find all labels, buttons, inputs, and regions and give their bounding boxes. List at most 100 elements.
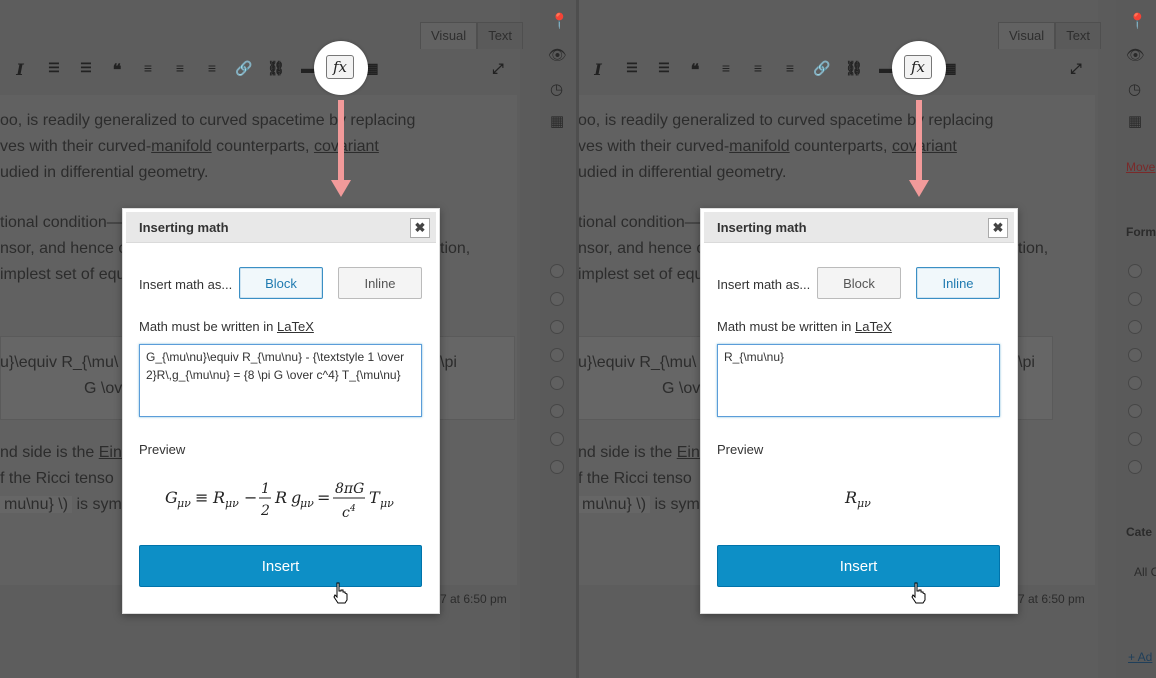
numbered-list-icon[interactable]: ☰: [76, 60, 96, 76]
format-radio[interactable]: [1128, 432, 1142, 446]
link-icon[interactable]: 🔗: [234, 60, 254, 77]
svg-text:μν: μν: [225, 497, 239, 510]
numbered-list-icon[interactable]: ☰: [654, 60, 674, 76]
insert-button[interactable]: Insert: [139, 545, 422, 587]
bg-text-line: udied in differential geometry.: [0, 164, 209, 181]
insert-math-icon[interactable]: fx: [904, 55, 932, 79]
bg-text-line: udied in differential geometry.: [578, 164, 787, 181]
bg-text-line: tional condition—: [0, 214, 123, 231]
editor-toolbar: I ☰ ☰ ❝ ≡ ≡ ≡ 🔗 ⛓ ▬ ▦ ⤢: [0, 55, 520, 83]
bg-text-line: nd side is the Ein: [578, 444, 700, 461]
svg-text:2: 2: [260, 503, 270, 519]
eye-icon: 👁: [548, 47, 568, 64]
format-radio[interactable]: [550, 460, 564, 474]
add-category-link[interactable]: + Ad: [1128, 650, 1152, 664]
format-radio[interactable]: [1128, 292, 1142, 306]
inline-button[interactable]: Inline: [916, 267, 1000, 299]
math-preview-render: G μν ≡ R μν − 1 2 R g μν = 8πG c 4 T μν: [165, 481, 394, 521]
bg-text-line: tion,: [1018, 240, 1049, 257]
latex-input[interactable]: G_{\mu\nu}\equiv R_{\mu\nu} - {\textstyl…: [139, 344, 422, 417]
preview-label: Preview: [139, 442, 186, 457]
unlink-icon[interactable]: ⛓: [844, 60, 864, 77]
blockquote-icon[interactable]: ❝: [107, 60, 127, 80]
align-right-icon[interactable]: ≡: [202, 60, 222, 76]
bg-text-line: oo, is readily generalized to curved spa…: [578, 112, 994, 129]
align-center-icon[interactable]: ≡: [748, 60, 768, 76]
italic-icon[interactable]: I: [588, 60, 608, 79]
format-radio[interactable]: [550, 376, 564, 390]
inline-button[interactable]: Inline: [338, 267, 422, 299]
align-left-icon[interactable]: ≡: [716, 60, 736, 76]
format-radio[interactable]: [550, 264, 564, 278]
bg-text-line: f the Ricci tenso: [578, 470, 692, 487]
bg-text-line: ves with their curved-manifold counterpa…: [578, 138, 957, 155]
svg-text:R: R: [274, 488, 287, 507]
insert-button[interactable]: Insert: [717, 545, 1000, 587]
italic-icon[interactable]: I: [10, 60, 30, 79]
editor-tabs: Visual Text: [420, 22, 524, 49]
tab-text[interactable]: Text: [1055, 22, 1102, 49]
eye-icon: 👁: [1126, 47, 1146, 64]
bullet-list-icon[interactable]: ☰: [622, 60, 642, 76]
bg-text-line: ves with their curved-manifold counterpa…: [0, 138, 379, 155]
hand-cursor-icon: [911, 582, 926, 604]
calendar-icon: ▦: [550, 113, 565, 130]
block-button[interactable]: Block: [817, 267, 901, 299]
format-radio[interactable]: [550, 348, 564, 362]
dialog-header: Inserting math ✖: [126, 212, 436, 243]
latex-input[interactable]: R_{\mu\nu}: [717, 344, 1000, 417]
align-right-icon[interactable]: ≡: [780, 60, 800, 76]
latex-link[interactable]: LaTeX: [855, 319, 892, 334]
bg-text-line: nsor, and hence c: [0, 240, 127, 257]
fx-highlight: fx: [892, 41, 946, 95]
math-preview: G μν ≡ R μν − 1 2 R g μν = 8πG c 4 T μν: [139, 471, 422, 531]
bg-text-line: nsor, and hence c: [578, 240, 705, 257]
fullscreen-icon[interactable]: ⤢: [488, 60, 508, 77]
svg-text:4: 4: [349, 504, 356, 514]
format-radio[interactable]: [550, 432, 564, 446]
bg-text-line: oo, is readily generalized to curved spa…: [0, 112, 416, 129]
svg-text:8πG: 8πG: [335, 481, 364, 497]
format-radio[interactable]: [1128, 376, 1142, 390]
format-radio[interactable]: [550, 292, 564, 306]
blockquote-icon[interactable]: ❝: [685, 60, 705, 80]
tab-visual[interactable]: Visual: [998, 22, 1056, 49]
bg-text-line: mu\nu} \) is sym: [0, 496, 122, 514]
math-dialog-inline: Inserting math ✖ Insert math as... Block…: [700, 208, 1018, 614]
format-heading: Form: [1126, 225, 1156, 239]
unlink-icon[interactable]: ⛓: [266, 60, 286, 77]
format-radio[interactable]: [550, 320, 564, 334]
format-radio[interactable]: [1128, 460, 1142, 474]
format-radio[interactable]: [1128, 404, 1142, 418]
pin-icon: 📍: [550, 13, 569, 30]
categories-heading: Cate: [1126, 525, 1153, 539]
insert-math-icon[interactable]: fx: [326, 55, 354, 79]
format-radio[interactable]: [550, 404, 564, 418]
move-to-trash-link[interactable]: Move: [1126, 160, 1155, 174]
tab-visual[interactable]: Visual: [420, 22, 478, 49]
link-icon[interactable]: 🔗: [812, 60, 832, 77]
svg-text:−: −: [244, 488, 257, 507]
bg-text-line: G \ov: [84, 380, 123, 397]
bullet-list-icon[interactable]: ☰: [44, 60, 64, 76]
svg-text:≡: ≡: [195, 488, 208, 507]
bg-text-line: u}\equiv R_{\mu\: [578, 354, 697, 371]
insert-as-label: Insert math as...: [717, 277, 811, 292]
close-icon[interactable]: ✖: [988, 218, 1008, 238]
fullscreen-icon[interactable]: ⤢: [1066, 60, 1086, 77]
svg-text:μν: μν: [177, 497, 191, 510]
bg-text-line: mu\nu} \) is sym: [578, 496, 700, 514]
align-left-icon[interactable]: ≡: [138, 60, 158, 76]
arrow-indicator: [338, 100, 344, 182]
align-center-icon[interactable]: ≡: [170, 60, 190, 76]
latex-link[interactable]: LaTeX: [277, 319, 314, 334]
tab-text[interactable]: Text: [477, 22, 524, 49]
all-categories-tab[interactable]: All C: [1134, 565, 1156, 579]
arrow-head: [331, 180, 351, 197]
format-radio[interactable]: [1128, 320, 1142, 334]
format-radio[interactable]: [1128, 348, 1142, 362]
bg-timestamp: 7 at 6:50 pm: [440, 592, 507, 606]
format-radio[interactable]: [1128, 264, 1142, 278]
block-button[interactable]: Block: [239, 267, 323, 299]
close-icon[interactable]: ✖: [410, 218, 430, 238]
